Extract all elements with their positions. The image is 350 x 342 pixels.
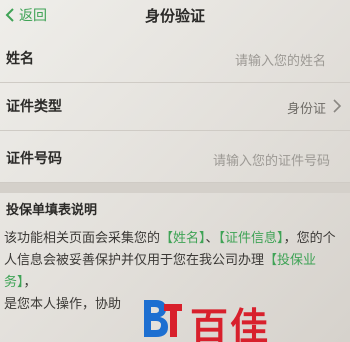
- watermark-logo: 百佳: [138, 294, 350, 342]
- id-number-row[interactable]: 证件号码 请输入您的证件号码: [0, 134, 350, 183]
- watermark-text: 百佳: [190, 305, 271, 342]
- id-number-label: 证件号码: [6, 151, 62, 167]
- notice-text: 该功能相关页面会采集您的: [4, 231, 161, 246]
- id-type-select[interactable]: 身份证: [287, 98, 326, 117]
- identity-verification-screen: 返回 身份验证 姓名 请输入您的姓名 证件类型 身份证 证件号码 请输入您的证件…: [0, 0, 350, 342]
- chevron-right-icon: [333, 99, 342, 113]
- notice-text: 、: [205, 231, 219, 246]
- section-divider: [0, 183, 350, 193]
- notice-text: 是您本人操作，协助: [4, 297, 122, 312]
- notice-text: ，: [23, 275, 37, 290]
- nav-bar: 返回 身份验证: [0, 0, 350, 30]
- page-title: 身份验证: [144, 7, 205, 25]
- id-number-input[interactable]: 请输入您的证件号码: [213, 150, 330, 169]
- notice-title: 投保单填表说明: [6, 203, 98, 218]
- logo-mark-icon: [144, 300, 182, 337]
- notice-highlight-id: 【证件信息】: [218, 231, 284, 246]
- id-type-row[interactable]: 证件类型 身份证: [0, 82, 350, 131]
- notice-highlight-name: 【姓名】: [160, 231, 206, 246]
- id-type-label: 证件类型: [6, 99, 62, 115]
- name-label: 姓名: [6, 51, 34, 67]
- name-row[interactable]: 姓名 请输入您的姓名: [0, 34, 350, 83]
- name-input[interactable]: 请输入您的姓名: [235, 50, 326, 69]
